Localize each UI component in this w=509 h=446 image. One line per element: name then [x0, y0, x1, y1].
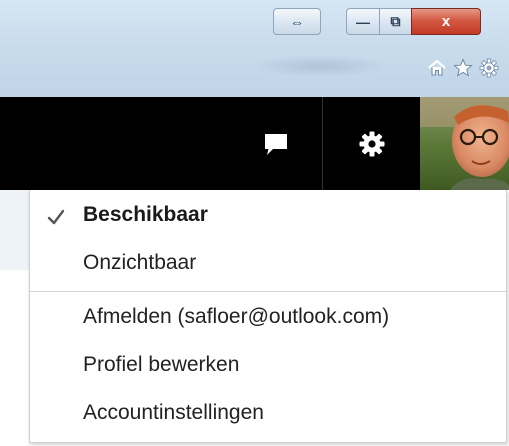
- settings-button[interactable]: [323, 97, 420, 190]
- browser-chrome: ⇔ — ⧉ x: [0, 0, 509, 97]
- menu-item-label: Onzichtbaar: [83, 251, 197, 274]
- menu-item-onzichtbaar[interactable]: Onzichtbaar: [30, 241, 506, 285]
- avatar[interactable]: [420, 97, 509, 190]
- tools-gear-icon[interactable]: [478, 57, 500, 79]
- checkmark-icon: [47, 209, 65, 225]
- chat-button[interactable]: [230, 97, 322, 190]
- menu-item-afmelden[interactable]: Afmelden (safloer@outlook.com): [30, 295, 506, 339]
- menu-item-profiel-bewerken[interactable]: Profiel bewerken: [30, 343, 506, 387]
- menu-item-beschikbaar[interactable]: Beschikbaar: [30, 193, 506, 237]
- minimize-icon: —: [356, 13, 370, 30]
- status-dropdown-menu: Beschikbaar Onzichtbaar Afmelden (safloe…: [29, 190, 507, 443]
- settings-gear-icon: [359, 131, 384, 156]
- menu-divider: [30, 291, 506, 292]
- menu-item-accountinstellingen[interactable]: Accountinstellingen: [30, 391, 506, 435]
- close-icon: x: [441, 13, 451, 30]
- address-bar-blur: [250, 55, 390, 77]
- browser-toolbar-icons: [426, 57, 502, 81]
- snap-icon: ⇔: [290, 13, 304, 30]
- menu-item-label: Afmelden (safloer@outlook.com): [83, 305, 390, 328]
- restore-icon: ⧉: [390, 13, 401, 29]
- chat-icon: [265, 133, 287, 155]
- menu-item-label: Profiel bewerken: [83, 353, 240, 376]
- menu-item-label: Beschikbaar: [83, 203, 208, 226]
- close-button[interactable]: x: [411, 8, 481, 35]
- favorites-star-icon[interactable]: [452, 57, 474, 79]
- home-icon[interactable]: [426, 57, 448, 79]
- snap-window-button[interactable]: ⇔: [273, 8, 321, 35]
- menu-item-label: Accountinstellingen: [83, 401, 264, 424]
- restore-button[interactable]: ⧉: [379, 8, 412, 35]
- minimize-button[interactable]: —: [346, 8, 380, 35]
